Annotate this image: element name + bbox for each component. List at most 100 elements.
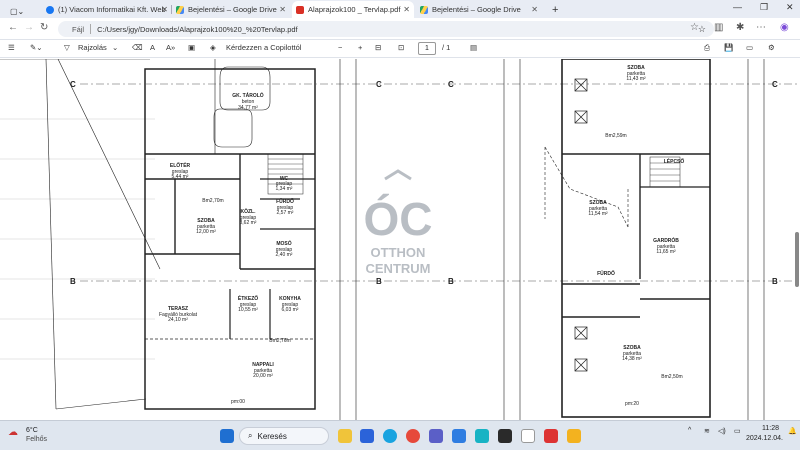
chrome-icon[interactable] xyxy=(406,429,420,443)
close-icon[interactable]: ✕ xyxy=(403,5,410,14)
copilot-small-icon[interactable]: ◈ xyxy=(210,43,216,52)
search-label: Keresés xyxy=(257,431,287,441)
height-note: Bm2,76m xyxy=(269,338,290,344)
favorites-icon[interactable]: ☆ xyxy=(690,22,699,33)
tab-viacom[interactable]: (1) Viacom Informatikai Kft. Web ✕ xyxy=(42,1,172,18)
google-drive-icon xyxy=(176,5,184,14)
close-window-icon[interactable]: ✕ xyxy=(786,2,794,13)
floor-plan-drawing: C C C C B B B B GK. TÁROLÓ beton 34,77 m… xyxy=(0,59,800,420)
tab-label: Bejelentési – Google Drive xyxy=(432,5,521,14)
tab-strip: ▢⌄ (1) Viacom Informatikai Kft. Web ✕ Be… xyxy=(0,0,800,18)
room-area: 11,65 m² xyxy=(656,249,676,255)
amazon-icon[interactable] xyxy=(521,429,535,443)
zoom-out-icon[interactable]: − xyxy=(338,43,342,52)
highlight-icon[interactable]: ✎⌄ xyxy=(30,43,43,52)
media-icon[interactable] xyxy=(498,429,512,443)
file-explorer-icon[interactable] xyxy=(338,429,352,443)
draw-label[interactable]: Rajzolás xyxy=(78,43,107,52)
weather-text[interactable]: Felhős xyxy=(26,436,47,443)
settings-icon[interactable]: ⚙ xyxy=(768,43,775,52)
bookmark-star-icon[interactable]: ☆ xyxy=(698,24,706,35)
text-icon[interactable]: A xyxy=(150,43,155,52)
start-icon[interactable] xyxy=(220,429,234,443)
back-icon[interactable]: ← xyxy=(8,22,18,33)
mail-icon[interactable] xyxy=(360,429,374,443)
app-icon[interactable] xyxy=(475,429,489,443)
vlc-icon[interactable] xyxy=(567,429,581,443)
read-aloud-icon[interactable]: A» xyxy=(166,43,175,52)
teams-icon[interactable] xyxy=(429,429,443,443)
wifi-icon[interactable]: ≋ xyxy=(704,427,710,435)
save-as-icon[interactable]: ▭ xyxy=(746,43,753,52)
taskbar-search[interactable]: ⌕ Keresés xyxy=(239,427,329,445)
forward-icon[interactable]: → xyxy=(24,22,34,33)
url-field[interactable]: Fájl C:/Users/jgy/Downloads/Alaprajzok10… xyxy=(58,21,714,37)
section-c-left: C xyxy=(70,80,76,89)
print-icon[interactable]: ⎙ xyxy=(704,43,710,53)
section-b-mid: B xyxy=(376,277,382,286)
address-bar: ← → ↻ Fájl C:/Users/jgy/Downloads/Alapra… xyxy=(0,18,800,40)
room-area: 6,03 m² xyxy=(282,307,299,313)
page-view-icon[interactable]: ▤ xyxy=(470,43,477,52)
room-name: ELŐTÉR xyxy=(170,161,191,169)
page-number-input[interactable]: 1 xyxy=(418,42,436,55)
tab-label: Bejelentési – Google Drive xyxy=(188,5,277,14)
height-note: Bm2,70m xyxy=(202,198,223,204)
height-note: Bm2,59m xyxy=(605,133,626,139)
room-area: 2,57 m² xyxy=(277,210,294,216)
room-name: LÉPCSŐ xyxy=(664,157,685,165)
pdf-icon xyxy=(296,5,304,14)
rotate-icon[interactable]: ⊡ xyxy=(398,43,404,52)
save-icon[interactable]: 💾 xyxy=(724,43,733,52)
fit-page-icon[interactable]: ⊟ xyxy=(375,43,381,52)
vertical-scrollbar[interactable] xyxy=(795,62,799,418)
split-screen-icon[interactable]: ▥ xyxy=(714,22,723,33)
room-area: 14,38 m² xyxy=(622,356,642,362)
volume-icon[interactable]: ◁) xyxy=(718,427,726,435)
google-drive-icon xyxy=(420,5,428,14)
close-icon[interactable]: ✕ xyxy=(161,5,168,14)
tab-drive-2[interactable]: Bejelentési – Google Drive ✕ xyxy=(416,1,542,18)
room-area: 8,62 m² xyxy=(240,220,257,226)
edge-icon[interactable] xyxy=(383,429,397,443)
reload-icon[interactable]: ↻ xyxy=(40,22,48,33)
draw-dropdown-icon[interactable]: ⌄ xyxy=(112,43,118,52)
zoom-in-icon[interactable]: + xyxy=(358,43,362,52)
image-icon[interactable]: ▣ xyxy=(188,43,195,52)
close-icon[interactable]: ✕ xyxy=(279,5,286,14)
minimize-icon[interactable]: — xyxy=(733,2,742,12)
room-name: GARDRÓB xyxy=(653,236,679,244)
pdf-viewer[interactable]: C C C C B B B B GK. TÁROLÓ beton 34,77 m… xyxy=(0,59,800,420)
app-red-icon[interactable] xyxy=(544,429,558,443)
battery-icon[interactable]: ▭ xyxy=(734,427,741,435)
copilot-icon[interactable]: ◉ xyxy=(780,22,789,33)
room-area: 11,43 m² xyxy=(626,76,646,82)
section-c-right: C xyxy=(448,80,454,89)
close-icon[interactable]: ✕ xyxy=(531,5,538,14)
room-area: 11,54 m² xyxy=(588,211,608,217)
level-note: pm:20 xyxy=(625,401,639,407)
clock-time[interactable]: 11:28 xyxy=(762,425,779,432)
tray-chevron-icon[interactable]: ^ xyxy=(688,427,691,434)
draw-icon[interactable]: ▽ xyxy=(64,43,70,52)
contents-icon[interactable]: ☰ xyxy=(8,43,15,52)
notifications-icon[interactable]: 🔔 xyxy=(788,427,797,435)
ask-copilot-button[interactable]: Kérdezzen a Copilottól xyxy=(226,43,301,52)
dropbox-icon[interactable] xyxy=(452,429,466,443)
new-tab-button[interactable]: + xyxy=(548,1,562,18)
otthon-centrum-logo: ÓC OTTHON CENTRUM xyxy=(364,169,433,276)
section-c-mid: C xyxy=(376,80,382,89)
search-icon: ⌕ xyxy=(248,431,253,440)
weather-temp[interactable]: 6°C xyxy=(26,427,38,434)
logo-line1: OTTHON xyxy=(371,245,426,260)
clock-date[interactable]: 2024.12.04. xyxy=(746,435,783,442)
tab-drive-1[interactable]: Bejelentési – Google Drive ✕ xyxy=(172,1,290,18)
weather-icon[interactable]: ☁ xyxy=(8,427,18,438)
extensions-icon[interactable]: ✱ xyxy=(736,22,744,33)
section-b-left: B xyxy=(70,277,76,286)
tab-pdf[interactable]: Alaprajzok100 _ Tervlap.pdf ✕ xyxy=(292,1,414,18)
more-icon[interactable]: ⋯ xyxy=(756,22,766,33)
room-area: 12,00 m² xyxy=(196,229,216,235)
maximize-icon[interactable]: ❐ xyxy=(760,2,768,13)
eraser-icon[interactable]: ⌫ xyxy=(132,43,143,52)
